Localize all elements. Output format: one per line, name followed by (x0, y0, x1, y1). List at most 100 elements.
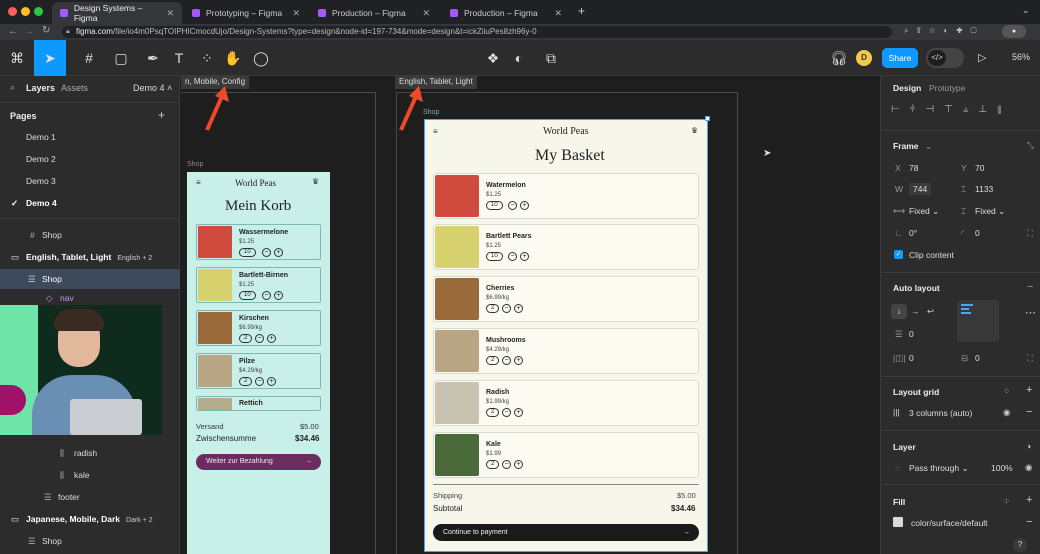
quantity-field[interactable]: 2 (486, 408, 500, 417)
contrast-icon[interactable]: ◐ (504, 40, 534, 76)
decrement-icon[interactable]: − (508, 201, 517, 210)
comment-tool-icon[interactable]: ◯ (246, 40, 276, 76)
profile-avatar-icon[interactable]: ● (1002, 25, 1026, 38)
checkout-button[interactable]: Continue to payment → (433, 524, 699, 541)
decrement-icon[interactable]: − (255, 334, 264, 343)
remove-auto-layout-icon[interactable]: − (1027, 281, 1033, 293)
mobile-shop-frame[interactable]: ≡ World Peas ♛ Mein Korb Wassermelone $1… (187, 172, 330, 554)
text-tool-icon[interactable]: T (164, 40, 194, 76)
decrement-icon[interactable]: − (255, 377, 264, 386)
quantity-field[interactable]: 2 (486, 356, 500, 365)
move-tool-icon[interactable]: ➤ (34, 40, 66, 76)
close-window-icon[interactable] (8, 7, 17, 16)
present-play-icon[interactable]: ▷ (978, 51, 986, 64)
quantity-field[interactable]: 10 (239, 248, 256, 257)
tablet-shop-frame[interactable]: ≡ World Peas ♛ My Basket Watermelon $1.2… (424, 119, 708, 552)
layer-radish[interactable]: ⫼ radish (0, 443, 180, 463)
fill-variable-value[interactable]: color/surface/default (911, 518, 988, 528)
search-icon[interactable]: ⌕ (10, 82, 15, 93)
main-menu-icon[interactable]: ⌘ (2, 40, 32, 76)
cart-item[interactable]: Wassermelone $1.25 10 − + (196, 224, 321, 260)
alignment-icons[interactable]: ⊢⫩⊣⊤⫨⊥⫴ (891, 104, 1011, 115)
add-page-icon[interactable]: + (158, 108, 165, 122)
cart-item[interactable]: Mushrooms $4.29/kg 2 − + (433, 328, 699, 374)
dev-mode-toggle[interactable]: </> (926, 48, 964, 68)
reload-icon[interactable]: ↻ (42, 25, 50, 36)
basket-icon[interactable]: ♛ (691, 126, 698, 135)
browser-extension-icons[interactable]: ⌕⇪☆◐✚▢ (904, 26, 985, 36)
width-input[interactable]: 744 (909, 183, 932, 195)
opacity-input[interactable]: 100% (991, 463, 1013, 473)
decrement-icon[interactable]: − (502, 356, 511, 365)
decrement-icon[interactable]: − (508, 252, 517, 261)
remove-fill-icon[interactable]: − (1026, 516, 1032, 528)
fit-frame-icon[interactable]: ⤡ (1027, 140, 1034, 151)
increment-icon[interactable]: + (514, 356, 523, 365)
increment-icon[interactable]: + (267, 377, 276, 386)
decrement-icon[interactable]: − (502, 408, 511, 417)
back-arrow-icon[interactable]: ← (8, 26, 18, 37)
quantity-field[interactable]: 2 (239, 377, 253, 386)
headphones-icon[interactable]: 🎧︎ (824, 40, 854, 76)
layer-nav[interactable]: ◇ nav (0, 291, 180, 305)
blend-mode-select[interactable]: Pass through ⌄ (909, 463, 969, 474)
maximize-window-icon[interactable] (34, 7, 43, 16)
frame-tool-icon[interactable]: # (74, 40, 104, 76)
x-input[interactable]: 78 (909, 163, 918, 173)
padding-vertical-input[interactable]: 0 (975, 353, 980, 363)
decrement-icon[interactable]: − (262, 248, 271, 257)
eye-icon[interactable]: ◉ (1003, 407, 1010, 418)
increment-icon[interactable]: + (274, 291, 283, 300)
variable-mode-badge[interactable]: Dark + 2 (126, 517, 153, 524)
remove-layout-grid-icon[interactable]: − (1026, 406, 1032, 418)
independent-padding-icon[interactable]: ⛶ (1027, 353, 1033, 364)
quantity-field[interactable]: 10 (239, 291, 256, 300)
increment-icon[interactable]: + (514, 460, 523, 469)
cart-item[interactable]: Bartlett Pears $1.25 10 − + (433, 224, 699, 270)
layer-footer[interactable]: ☰ footer (0, 487, 180, 507)
basket-icon[interactable]: ♛ (312, 177, 319, 186)
fill-swatch[interactable] (893, 517, 903, 527)
quantity-field[interactable]: 2 (486, 460, 500, 469)
browser-tab-3[interactable]: Production – Figma ✕ (310, 2, 438, 24)
cart-item[interactable]: Bartlett-Birnen $1.25 10 − + (196, 267, 321, 303)
tab-design[interactable]: Design (893, 83, 921, 93)
rotation-input[interactable]: 0° (909, 228, 917, 238)
add-fill-icon[interactable]: + (1026, 494, 1032, 506)
new-tab-button[interactable]: + (578, 4, 585, 18)
canvas[interactable]: n, Mobile, Config English, Tablet, Light… (181, 76, 880, 554)
increment-icon[interactable]: + (520, 201, 529, 210)
boolean-ops-icon[interactable]: ⧉ (536, 40, 566, 76)
layer-style-icon[interactable]: ◑ (1026, 441, 1031, 451)
layer-shop[interactable]: # Shop (0, 225, 180, 245)
url-input[interactable]: 🔒︎ figma.com/file/io4m0PsqTOIPHICmocdUjo… (62, 26, 892, 38)
avatar[interactable]: D (856, 50, 872, 66)
increment-icon[interactable]: + (267, 334, 276, 343)
cart-item[interactable]: Cherries $6.99/kg 2 − + (433, 276, 699, 322)
cart-item[interactable]: Rettich (196, 396, 321, 411)
layout-grid-value[interactable]: 3 columns (auto) (909, 408, 972, 418)
forward-arrow-icon[interactable]: → (24, 26, 34, 37)
help-button[interactable]: ? (1013, 538, 1027, 552)
decrement-icon[interactable]: − (262, 291, 271, 300)
minimize-window-icon[interactable] (21, 7, 30, 16)
layer-kale[interactable]: ⫼ kale (0, 465, 180, 485)
wrap-icon[interactable]: ↩ (927, 306, 934, 317)
checkout-button[interactable]: Weiter zur Bezahlung → (196, 454, 321, 470)
layer-frame-japanese[interactable]: ▭ Japanese, Mobile, Dark Dark + 2 (0, 509, 180, 529)
corner-radius-input[interactable]: 0 (975, 228, 980, 238)
cart-item[interactable]: Kirschen $6.99/kg 2 − + (196, 310, 321, 346)
browser-tab-1[interactable]: Design Systems – Figma ✕ (52, 2, 182, 24)
browser-tab-4[interactable]: Production – Figma ✕ (442, 2, 570, 24)
hand-tool-icon[interactable]: ✋ (218, 40, 248, 76)
alignment-grid[interactable] (957, 300, 999, 342)
cart-item[interactable]: Radish $1.99/kg 2 − + (433, 380, 699, 426)
tab-layers[interactable]: Layers (26, 83, 55, 93)
share-button[interactable]: Share (882, 48, 918, 68)
page-item-demo-3[interactable]: Demo 3 (0, 171, 180, 191)
cart-item[interactable]: Kale $1.99 2 − + (433, 432, 699, 478)
increment-icon[interactable]: + (520, 252, 529, 261)
increment-icon[interactable]: + (274, 248, 283, 257)
grid-styles-icon[interactable]: ⁘ (1003, 386, 1010, 397)
tab-list-chevron-icon[interactable]: ⌄ (1022, 5, 1030, 16)
